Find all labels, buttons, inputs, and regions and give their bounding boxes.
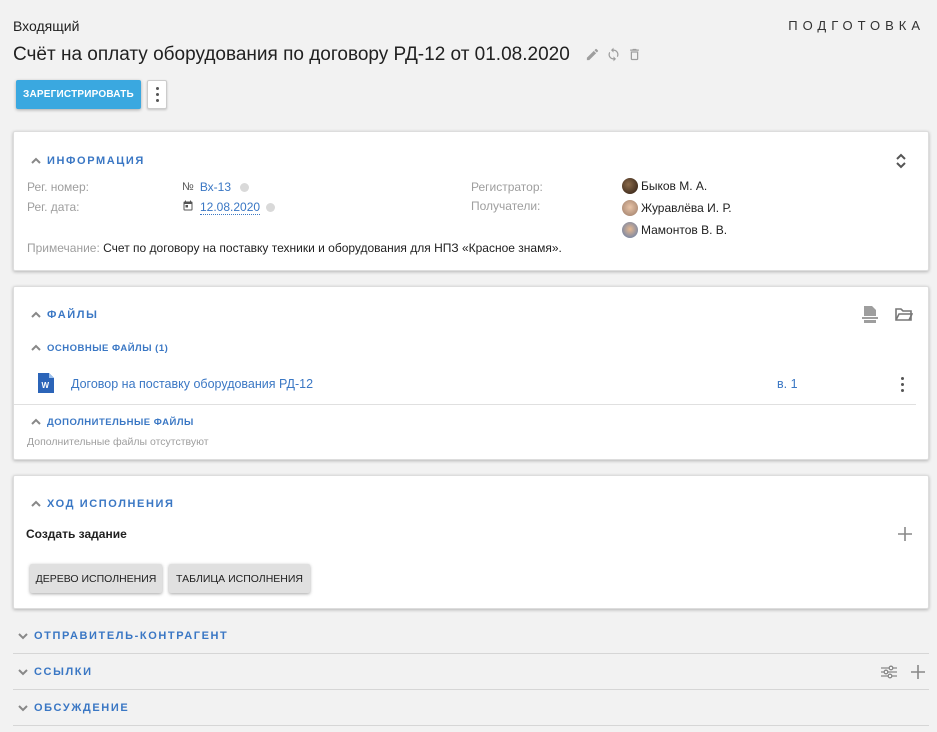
- calendar-icon: [182, 200, 194, 215]
- reg-number-value[interactable]: Вх-13: [200, 180, 231, 194]
- reg-date-field: 12.08.2020: [182, 200, 276, 215]
- title-actions: [585, 47, 642, 62]
- registrar-person[interactable]: Быков М. А.: [622, 178, 707, 194]
- more-actions-button[interactable]: [147, 80, 167, 109]
- file-name-link[interactable]: Договор на поставку оборудования РД-12: [71, 377, 313, 391]
- registrar-label: Регистратор:: [471, 180, 543, 194]
- links-section-header[interactable]: ССЫЛКИ: [17, 666, 93, 678]
- reg-date-label: Рег. дата:: [27, 200, 80, 214]
- register-button[interactable]: ЗАРЕГИСТРИРОВАТЬ: [16, 80, 141, 109]
- recipients-label: Получатели:: [471, 199, 541, 213]
- kebab-icon: [155, 87, 159, 90]
- scan-document-icon[interactable]: [862, 306, 878, 323]
- folder-open-icon[interactable]: [895, 307, 913, 321]
- chevron-down-icon: [17, 630, 29, 642]
- extra-files-empty: Дополнительные файлы отсутствуют: [27, 436, 209, 448]
- note-label: Примечание:: [27, 241, 100, 255]
- create-task-label[interactable]: Создать задание: [26, 527, 127, 541]
- extra-files-header[interactable]: ДОПОЛНИТЕЛЬНЫЕ ФАЙЛЫ: [30, 416, 194, 428]
- svg-text:W: W: [42, 381, 50, 390]
- extra-files-title: ДОПОЛНИТЕЛЬНЫЕ ФАЙЛЫ: [47, 416, 194, 428]
- file-version-link[interactable]: в. 1: [777, 377, 798, 391]
- chevron-down-icon: [17, 702, 29, 714]
- refresh-icon[interactable]: [606, 47, 621, 62]
- main-files-title: ОСНОВНЫЕ ФАЙЛЫ (1): [47, 342, 169, 354]
- avatar: [622, 222, 638, 238]
- execution-section-header[interactable]: ХОД ИСПОЛНЕНИЯ: [30, 498, 175, 510]
- sender-section-header[interactable]: ОТПРАВИТЕЛЬ-КОНТРАГЕНТ: [17, 630, 228, 642]
- page-title: Счёт на оплату оборудования по договору …: [13, 44, 570, 65]
- note-field: Примечание: Счет по договору на поставку…: [27, 241, 562, 255]
- reg-number-field: № Вх-13: [182, 180, 250, 194]
- files-section-title: ФАЙЛЫ: [47, 309, 99, 321]
- note-value: Счет по договору на поставку техники и о…: [103, 241, 562, 255]
- links-section[interactable]: ССЫЛКИ: [13, 654, 929, 690]
- number-sign-icon: №: [182, 181, 194, 193]
- sender-section[interactable]: ОТПРАВИТЕЛЬ-КОНТРАГЕНТ: [13, 618, 929, 654]
- recipient-item[interactable]: Журавлёва И. Р.: [622, 200, 732, 216]
- recipient-name: Журавлёва И. Р.: [641, 201, 732, 215]
- discussion-section-header[interactable]: ОБСУЖДЕНИЕ: [17, 702, 129, 714]
- expand-collapse-icon[interactable]: [895, 153, 907, 174]
- pencil-icon[interactable]: [585, 47, 600, 62]
- add-task-icon[interactable]: [897, 526, 913, 547]
- add-link-icon[interactable]: [910, 664, 926, 685]
- execution-table-button[interactable]: ТАБЛИЦА ИСПОЛНЕНИЯ: [169, 564, 310, 593]
- trash-icon[interactable]: [627, 47, 642, 62]
- discussion-section[interactable]: ОБСУЖДЕНИЕ: [13, 690, 929, 726]
- reg-date-value[interactable]: 12.08.2020: [200, 200, 261, 215]
- files-card: ФАЙЛЫ ОСНОВНЫЕ ФАЙЛЫ (1) W Договор на по…: [13, 286, 929, 460]
- chevron-up-icon: [30, 498, 42, 510]
- links-section-title: ССЫЛКИ: [34, 666, 93, 678]
- execution-card: ХОД ИСПОЛНЕНИЯ Создать задание ДЕРЕВО ИС…: [13, 475, 929, 609]
- execution-tree-button[interactable]: ДЕРЕВО ИСПОЛНЕНИЯ: [30, 564, 162, 593]
- avatar: [622, 178, 638, 194]
- document-type: Входящий: [13, 18, 80, 34]
- list-item[interactable]: W Договор на поставку оборудования РД-12…: [14, 365, 916, 405]
- info-section-header[interactable]: ИНФОРМАЦИЯ: [30, 155, 145, 167]
- recipient-item[interactable]: Мамонтов В. В.: [622, 222, 727, 238]
- chevron-up-icon: [30, 342, 42, 354]
- discussion-section-title: ОБСУЖДЕНИЕ: [34, 702, 130, 714]
- chevron-up-icon: [30, 416, 42, 428]
- filter-settings-icon[interactable]: [881, 665, 897, 684]
- info-circle-icon: [266, 203, 276, 212]
- main-files-header[interactable]: ОСНОВНЫЕ ФАЙЛЫ (1): [30, 342, 168, 354]
- status-label: ПОДГОТОВКА: [788, 18, 925, 33]
- chevron-up-icon: [30, 309, 42, 321]
- info-circle-icon: [240, 182, 250, 192]
- avatar: [622, 200, 638, 216]
- word-doc-icon: W: [38, 373, 54, 398]
- info-card: ИНФОРМАЦИЯ Рег. номер: № Вх-13 Рег. дата…: [13, 131, 929, 271]
- execution-section-title: ХОД ИСПОЛНЕНИЯ: [47, 498, 175, 510]
- reg-number-label: Рег. номер:: [27, 180, 89, 194]
- registrar-name: Быков М. А.: [641, 179, 708, 193]
- file-menu-icon[interactable]: [901, 377, 904, 392]
- files-section-header[interactable]: ФАЙЛЫ: [30, 309, 98, 321]
- chevron-down-icon: [17, 666, 29, 678]
- recipient-name: Мамонтов В. В.: [641, 223, 728, 237]
- chevron-up-icon: [30, 155, 42, 167]
- info-section-title: ИНФОРМАЦИЯ: [47, 155, 145, 167]
- sender-section-title: ОТПРАВИТЕЛЬ-КОНТРАГЕНТ: [34, 630, 229, 642]
